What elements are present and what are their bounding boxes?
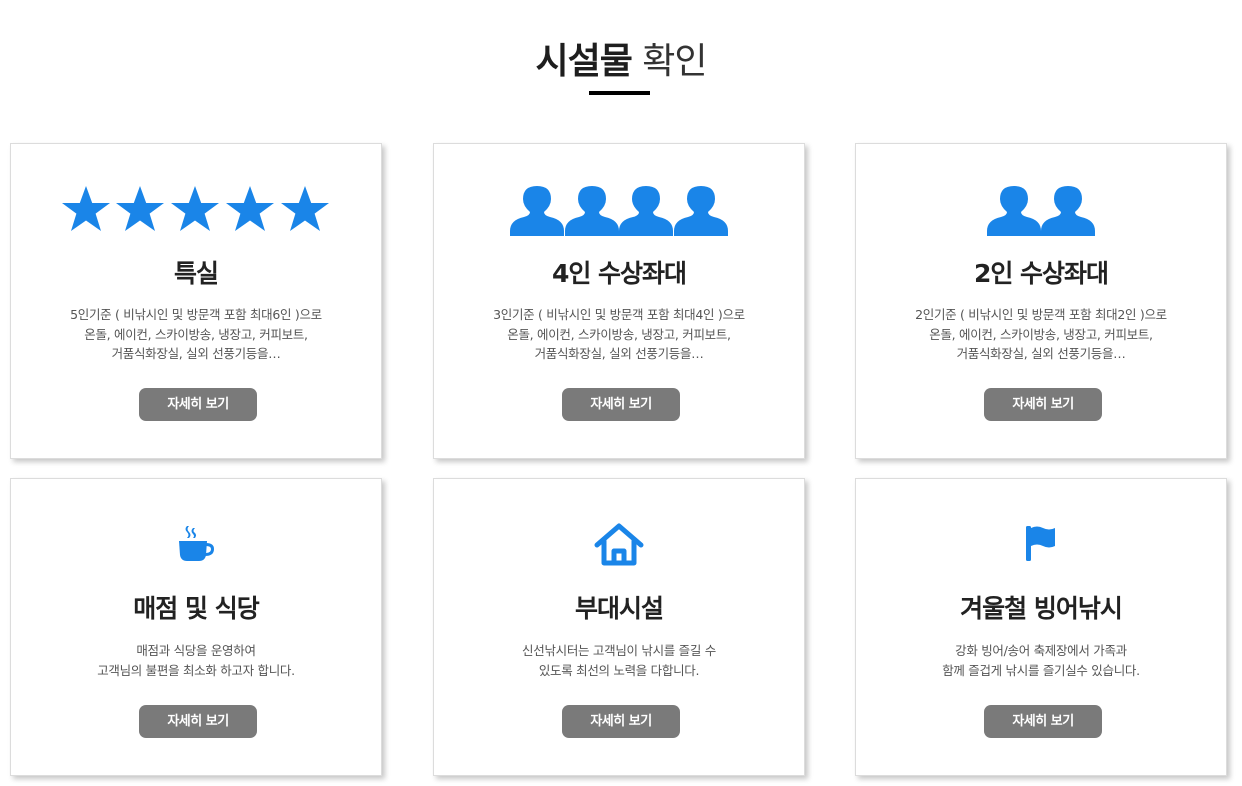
- person-icon: [510, 186, 564, 236]
- person-icon: [1041, 186, 1095, 236]
- details-button[interactable]: 자세히 보기: [139, 388, 257, 421]
- details-button[interactable]: 자세히 보기: [562, 705, 680, 738]
- card-desc-line: 고객님의 불편을 최소화 하고자 합니다.: [97, 662, 295, 678]
- card-title: 2인 수상좌대: [973, 259, 1109, 288]
- card-title: 특실: [173, 259, 219, 288]
- card-description: 매점과 식당을 운영하여 고객님의 불편을 최소화 하고자 합니다.: [11, 641, 381, 680]
- facility-card-special-room: 특실 5인기준 ( 비낚시인 및 방문객 포함 최대6인 )으로 온돌, 에이컨…: [10, 143, 382, 459]
- card-desc-line: 신선낚시터는 고객님이 낚시를 즐길 수: [522, 643, 716, 658]
- details-button[interactable]: 자세히 보기: [562, 388, 680, 421]
- card-icons: [434, 184, 804, 236]
- details-button[interactable]: 자세히 보기: [139, 705, 257, 738]
- page-title-bold: 시설물: [535, 41, 632, 82]
- star-icon: [62, 186, 110, 231]
- card-title: 4인 수상좌대: [551, 259, 687, 288]
- facility-card-amenities: 부대시설 신선낚시터는 고객님이 낚시를 즐길 수 있도록 최선의 노력을 다합…: [433, 478, 805, 776]
- card-desc-line: 있도록 최선의 노력을 다합니다.: [538, 662, 700, 678]
- card-description: 강화 빙어/송어 축제장에서 가족과 함께 즐겁게 낚시를 즐기실수 있습니다.: [856, 641, 1226, 680]
- card-desc-line: 온돌, 에이컨, 스카이방송, 냉장고, 커피보트,: [929, 326, 1153, 342]
- card-desc-line: 온돌, 에이컨, 스카이방송, 냉장고, 커피보트,: [84, 326, 308, 342]
- facility-card-winter-fishing: 겨울철 빙어낚시 강화 빙어/송어 축제장에서 가족과 함께 즐겁게 낚시를 즐…: [855, 478, 1227, 776]
- star-icon: [226, 186, 274, 231]
- star-icon: [171, 186, 219, 231]
- card-description: 3인기준 ( 비낚시인 및 방문객 포함 최대4인 )으로 온돌, 에이컨, 스…: [434, 305, 804, 364]
- facility-card-store-restaurant: 매점 및 식당 매점과 식당을 운영하여 고객님의 불편을 최소화 하고자 합니…: [10, 478, 382, 776]
- star-icons: [62, 186, 329, 231]
- card-desc-line: 2인기준 ( 비낚시인 및 방문객 포함 최대2인 )으로: [915, 307, 1167, 322]
- person-icon: [565, 186, 619, 236]
- card-icons: [11, 184, 381, 236]
- card-title: 부대시설: [574, 594, 664, 623]
- card-desc-line: 강화 빙어/송어 축제장에서 가족과: [955, 643, 1127, 658]
- home-icon: [594, 523, 644, 566]
- card-desc-line: 거품식화장실, 실외 선풍기등을…: [956, 346, 1126, 361]
- card-icons: [856, 184, 1226, 236]
- page-title-light: 확인: [642, 41, 707, 82]
- card-desc-line: 거품식화장실, 실외 선풍기등을…: [534, 346, 704, 361]
- details-button[interactable]: 자세히 보기: [984, 705, 1102, 738]
- star-icon: [116, 186, 164, 231]
- card-desc-line: 함께 즐겁게 낚시를 즐기실수 있습니다.: [942, 662, 1140, 678]
- title-underline: [589, 91, 650, 95]
- card-icons: [11, 523, 381, 565]
- star-icon: [281, 186, 329, 231]
- person-icon: [987, 186, 1041, 236]
- flag-icon: [1026, 526, 1055, 561]
- person-icon: [674, 186, 728, 236]
- facility-card-2-person: 2인 수상좌대 2인기준 ( 비낚시인 및 방문객 포함 최대2인 )으로 온돌…: [855, 143, 1227, 459]
- facility-card-4-person: 4인 수상좌대 3인기준 ( 비낚시인 및 방문객 포함 최대4인 )으로 온돌…: [433, 143, 805, 459]
- card-icons: [434, 523, 804, 566]
- card-desc-line: 거품식화장실, 실외 선풍기등을…: [111, 346, 281, 361]
- person-icons: [510, 186, 728, 236]
- card-title: 매점 및 식당: [133, 594, 259, 623]
- page-title: 시설물 확인: [0, 36, 1242, 88]
- card-desc-line: 5인기준 ( 비낚시인 및 방문객 포함 최대6인 )으로: [70, 307, 322, 322]
- person-icons: [987, 186, 1095, 236]
- person-icon: [619, 186, 673, 236]
- card-icons: [856, 523, 1226, 565]
- card-desc-line: 온돌, 에이컨, 스카이방송, 냉장고, 커피보트,: [507, 326, 731, 342]
- card-description: 5인기준 ( 비낚시인 및 방문객 포함 최대6인 )으로 온돌, 에이컨, 스…: [11, 305, 381, 364]
- card-description: 2인기준 ( 비낚시인 및 방문객 포함 최대2인 )으로 온돌, 에이컨, 스…: [856, 305, 1226, 364]
- coffee-cup-icon: [179, 526, 214, 561]
- card-description: 신선낚시터는 고객님이 낚시를 즐길 수 있도록 최선의 노력을 다합니다.: [434, 641, 804, 680]
- section-heading: 시설물 확인: [0, 36, 1242, 88]
- card-desc-line: 매점과 식당을 운영하여: [136, 643, 256, 658]
- card-title: 겨울철 빙어낚시: [960, 594, 1123, 623]
- card-desc-line: 3인기준 ( 비낚시인 및 방문객 포함 최대4인 )으로: [493, 307, 745, 322]
- details-button[interactable]: 자세히 보기: [984, 388, 1102, 421]
